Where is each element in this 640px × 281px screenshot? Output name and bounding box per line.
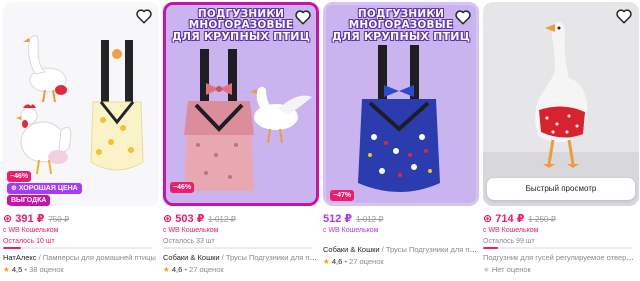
review-count-value: 27 оценок: [349, 257, 384, 266]
price-row: ⊛ 391 ₽ 750 ₽: [3, 212, 159, 225]
stock-bar: [483, 247, 633, 249]
product-card[interactable]: ПОДГУЗНИКИ МНОГОРАЗОВЫЕ ДЛЯ КРУПНЫХ ПТИЦ: [163, 0, 319, 281]
product-card[interactable]: Быстрый просмотр ⊛ 714 ₽ 1 250 ₽ с WB Ко…: [483, 0, 639, 281]
stock-bar: [3, 247, 153, 249]
wallet-price-value: 391 ₽: [15, 213, 45, 225]
star-icon: ★: [323, 257, 330, 266]
product-title[interactable]: Собаки & Кошки / Трусы Подгузники для пт…: [323, 245, 477, 254]
product-info: ⊛ 391 ₽ 750 ₽ с WB Кошельком Осталось 10…: [3, 212, 159, 274]
star-icon: ★: [163, 265, 170, 274]
stock-bar: [163, 247, 313, 249]
wallet-label: с WB Кошельком: [483, 227, 539, 234]
product-name: / Трусы Подгузники для птиц: [219, 253, 317, 262]
product-card[interactable]: −46% ⊕ ХОРОШАЯ ЦЕНА ВЫГОДКА ⊛ 391 ₽ 750 …: [3, 0, 159, 281]
product-title[interactable]: НатАлекс / Памперсы для домашней птицы: [3, 253, 157, 262]
goose-in-diaper-photo: [483, 22, 639, 206]
review-count: Нет оценок: [491, 265, 531, 274]
rating-value: 4,6: [171, 265, 183, 274]
product-photo[interactable]: −46% ⊕ ХОРОШАЯ ЦЕНА ВЫГОДКА: [3, 2, 159, 206]
product-name: / Памперсы для домашней птицы: [36, 253, 156, 262]
price-row: ⊛ 503 ₽ 1 012 ₽: [163, 212, 319, 225]
product-name: / Трусы Подгузники для птиц: [379, 245, 477, 254]
review-count-value: 27 оценок: [189, 265, 224, 274]
wallet-price: ⊛ 714 ₽: [483, 213, 525, 225]
product-title[interactable]: Подгузник для гусей регулируемое отверст…: [483, 253, 637, 262]
product-title[interactable]: Собаки & Кошки / Трусы Подгузники для пт…: [163, 253, 317, 262]
rating-value: 4,5: [11, 265, 23, 274]
product-photo[interactable]: ПОДГУЗНИКИ МНОГОРАЗОВЫЕ ДЛЯ КРУПНЫХ ПТИЦ: [163, 2, 319, 206]
price-row: 512 ₽ 1 012 ₽: [323, 212, 479, 225]
product-info: 512 ₽ 1 012 ₽ с WB Кошельком Собаки & Ко…: [323, 212, 479, 266]
heart-outline-icon: [455, 10, 471, 25]
rating-value: 4,6: [331, 257, 343, 266]
brand-name: Собаки & Кошки: [163, 253, 220, 262]
star-icon: ★: [3, 265, 10, 274]
star-icon: ★: [483, 265, 490, 274]
product-name: Подгузник для гусей регулируемое отверст…: [483, 253, 637, 262]
stock-bar-fill: [483, 247, 498, 249]
old-price: 1 250 ₽: [528, 215, 556, 224]
stock-left: Осталось 33 шт: [163, 238, 215, 245]
good-price-label: ХОРОШАЯ ЦЕНА: [18, 185, 78, 192]
wallet-price: ⊛ 503 ₽: [163, 213, 205, 225]
wallet-label: с WB Кошельком: [3, 227, 59, 234]
review-count: • 27 оценок: [184, 265, 224, 274]
product-card[interactable]: ПОДГУЗНИКИ МНОГОРАЗОВЫЕ ДЛЯ КРУПНЫХ ПТИЦ: [323, 0, 479, 281]
rating-row: ★ Нет оценок: [483, 265, 639, 274]
product-photo[interactable]: ПОДГУЗНИКИ МНОГОРАЗОВЫЕ ДЛЯ КРУПНЫХ ПТИЦ: [323, 2, 479, 206]
wallet-price: ⊛ 391 ₽: [3, 213, 45, 225]
blue-diaper-illustration: [358, 45, 440, 192]
favorite-button[interactable]: [294, 8, 312, 26]
wallet-label: с WB Кошельком: [163, 227, 219, 234]
brand-name: Собаки & Кошки: [323, 245, 380, 254]
favorite-button[interactable]: [135, 7, 153, 25]
stock-left: Осталось 10 шт: [3, 238, 55, 245]
stock-bar-fill: [3, 247, 21, 249]
heart-outline-icon: [136, 9, 152, 24]
good-price-badge: ⊕ ХОРОШАЯ ЦЕНА: [7, 183, 82, 194]
discount-badge: −47%: [330, 190, 355, 201]
wallet-price: 512 ₽: [323, 213, 353, 225]
old-price: 1 012 ₽: [208, 215, 236, 224]
discount-badge: −46%: [7, 171, 32, 182]
rating-row: ★ 4,5 • 38 оценок: [3, 265, 159, 274]
benefit-badge: ВЫГОДКА: [7, 195, 51, 206]
review-count: • 27 оценок: [344, 257, 384, 266]
rating-row: ★ 4,6 • 27 оценок: [163, 265, 319, 274]
product-grid: −46% ⊕ ХОРОШАЯ ЦЕНА ВЫГОДКА ⊛ 391 ₽ 750 …: [0, 0, 640, 281]
favorite-button[interactable]: [615, 7, 633, 25]
heart-outline-icon: [295, 10, 311, 25]
wallet-price-value: 714 ₽: [495, 213, 525, 225]
product-info: ⊛ 503 ₽ 1 012 ₽ с WB Кошельком Осталось …: [163, 212, 319, 274]
product-photo[interactable]: Быстрый просмотр: [483, 2, 639, 206]
review-count: • 38 оценок: [24, 265, 64, 274]
old-price: 750 ₽: [48, 215, 70, 224]
favorite-button[interactable]: [454, 8, 472, 26]
wallet-price-value: 503 ₽: [175, 213, 205, 225]
review-count-value: 38 оценок: [29, 265, 64, 274]
heart-outline-icon: [616, 9, 632, 24]
brand-name: НатАлекс: [3, 253, 37, 262]
quick-view-button[interactable]: Быстрый просмотр: [487, 178, 635, 200]
rating-row: ★ 4,6 • 27 оценок: [323, 257, 479, 266]
price-row: ⊛ 714 ₽ 1 250 ₽: [483, 212, 639, 225]
pink-diaper-illustration: [184, 49, 312, 191]
discount-badge: −46%: [170, 182, 195, 193]
stock-left: Осталось 99 шт: [483, 238, 535, 245]
wallet-label: с WB Кошельком: [323, 227, 379, 234]
old-price: 1 012 ₽: [356, 215, 384, 224]
product-info: ⊛ 714 ₽ 1 250 ₽ с WB Кошельком Осталось …: [483, 212, 639, 274]
